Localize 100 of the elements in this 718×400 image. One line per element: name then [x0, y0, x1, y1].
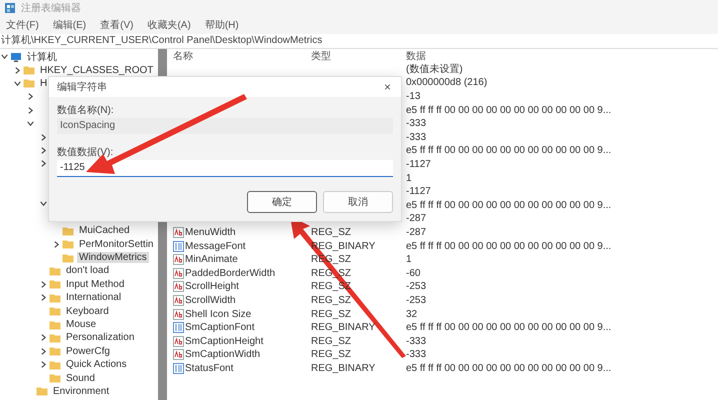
chevron-icon[interactable] — [39, 280, 48, 289]
binary-value-icon — [173, 240, 184, 252]
value-type: REG_SZ — [311, 308, 352, 320]
value-name[interactable]: PaddedBorderWidth — [185, 268, 276, 279]
value-name[interactable]: SmCaptionFont — [185, 322, 254, 334]
tree-item[interactable]: H — [38, 78, 50, 89]
tree-item[interactable]: HKEY_CLASSES_ROOT — [38, 64, 156, 76]
chevron-icon[interactable] — [39, 333, 48, 342]
dialog-button[interactable]: 取消 — [323, 191, 393, 213]
close-button[interactable]: × — [384, 80, 391, 94]
chevron-icon[interactable] — [13, 66, 22, 75]
tree-item[interactable]: Sound — [64, 372, 97, 384]
chevron-icon[interactable] — [39, 159, 48, 168]
address-bar[interactable]: 计算机\HKEY_CURRENT_USER\Control Panel\Desktop\WindowMetrics — [0, 34, 718, 49]
chevron-icon[interactable] — [39, 199, 48, 208]
chevron-icon[interactable] — [13, 78, 22, 88]
folder-icon — [23, 64, 35, 76]
folder-icon — [49, 318, 61, 330]
tree-item[interactable]: Environment — [51, 386, 112, 397]
folder-icon — [49, 278, 61, 290]
menu-item[interactable]: 帮助(H) — [204, 18, 239, 32]
chevron-icon[interactable] — [39, 146, 48, 155]
string-value-icon — [173, 336, 184, 347]
folder-icon — [62, 224, 74, 237]
binary-value-icon — [173, 362, 184, 374]
value-data: -60 — [406, 268, 420, 279]
value-type: REG_SZ — [311, 294, 352, 306]
value-data: -333 — [406, 349, 426, 360]
value-data: -287 — [406, 213, 426, 224]
string-value-icon — [173, 268, 184, 279]
folder-icon — [49, 292, 61, 304]
chevron-icon[interactable] — [0, 52, 9, 62]
menu-item[interactable]: 文件(F) — [6, 18, 39, 32]
tree-item[interactable]: Keyboard — [64, 306, 111, 317]
window-title: 注册表编辑器 — [21, 2, 81, 15]
tree-item[interactable]: PowerCfg — [64, 346, 112, 357]
chevron-icon[interactable] — [39, 360, 48, 370]
folder-icon — [62, 252, 74, 264]
value-name[interactable]: ScrollWidth — [185, 294, 236, 306]
value-data: e5 ff ff ff 00 00 00 00 00 00 00 00 00 00 00 9... — [406, 240, 612, 252]
dialog-title: 编辑字符串 — [57, 80, 107, 94]
value-data: -253 — [406, 294, 426, 306]
value-name[interactable]: MessageFont — [185, 240, 246, 252]
chevron-icon[interactable] — [26, 106, 35, 115]
value-data: 0x000000d8 (216) — [406, 77, 488, 88]
value-data: -253 — [406, 281, 426, 292]
folder-icon — [49, 332, 61, 344]
tree-item[interactable]: PerMonitorSettin — [77, 238, 156, 250]
tree-item[interactable]: Quick Actions — [64, 359, 129, 370]
tree-item[interactable]: International — [64, 292, 124, 304]
chevron-icon[interactable] — [26, 119, 35, 128]
value-data-field[interactable]: -1125 — [57, 160, 393, 177]
tree-item[interactable]: Mouse — [64, 319, 98, 330]
tree-item[interactable]: WindowMetrics — [77, 252, 149, 264]
folder-icon — [49, 264, 61, 277]
column-header[interactable]: 数据 — [406, 48, 718, 63]
value-type: REG_SZ — [311, 349, 352, 360]
value-data: -1127 — [406, 159, 431, 170]
binary-value-icon — [173, 322, 184, 334]
value-name[interactable]: StatusFont — [185, 362, 234, 374]
value-name[interactable]: Shell Icon Size — [185, 308, 252, 320]
value-data: 32 — [406, 308, 418, 320]
value-data: -333 — [406, 118, 426, 130]
folder-icon — [62, 238, 74, 250]
chevron-icon[interactable] — [39, 346, 48, 356]
computer-icon — [10, 50, 22, 63]
value-name[interactable]: MenuWidth — [185, 227, 236, 238]
string-value-icon — [173, 254, 184, 266]
field-label: 数值数据(V): — [57, 146, 114, 157]
chevron-icon[interactable] — [52, 240, 61, 249]
dialog-button[interactable]: 确定 — [247, 191, 317, 213]
value-type: REG_BINARY — [311, 362, 376, 374]
menu-item[interactable]: 编辑(E) — [52, 18, 86, 32]
folder-icon — [49, 305, 61, 318]
value-data: -1127 — [406, 186, 431, 198]
value-data: -333 — [406, 132, 426, 143]
tree-item[interactable]: 计算机 — [25, 50, 59, 64]
tree-item[interactable]: MuiCached — [77, 225, 132, 236]
tree-item[interactable]: don't load — [64, 265, 112, 276]
string-value-icon — [173, 281, 184, 292]
menu-item[interactable]: 查看(V) — [100, 18, 134, 32]
value-name-field[interactable]: IconSpacing — [57, 118, 393, 134]
chevron-icon[interactable] — [39, 293, 48, 302]
value-type: REG_BINARY — [311, 322, 376, 334]
value-name[interactable]: SmCaptionWidth — [185, 349, 260, 360]
value-name[interactable]: ScrollHeight — [185, 281, 239, 292]
folder-icon — [23, 77, 35, 90]
string-value-icon — [173, 349, 184, 360]
tree-item[interactable]: Personalization — [64, 332, 136, 344]
chevron-icon[interactable] — [39, 132, 48, 142]
value-name[interactable]: SmCaptionHeight — [185, 336, 264, 347]
chevron-icon[interactable] — [26, 92, 35, 102]
value-data: -287 — [406, 227, 426, 238]
column-header[interactable]: 名称 — [173, 48, 311, 63]
column-header[interactable]: 类型 — [311, 48, 406, 63]
tree-item[interactable]: Input Method — [64, 278, 126, 290]
menu-item[interactable]: 收藏夹(A) — [147, 18, 191, 32]
value-name[interactable]: MinAnimate — [185, 254, 238, 266]
value-data: (数值未设置) — [406, 64, 463, 76]
string-value-icon — [173, 294, 184, 306]
